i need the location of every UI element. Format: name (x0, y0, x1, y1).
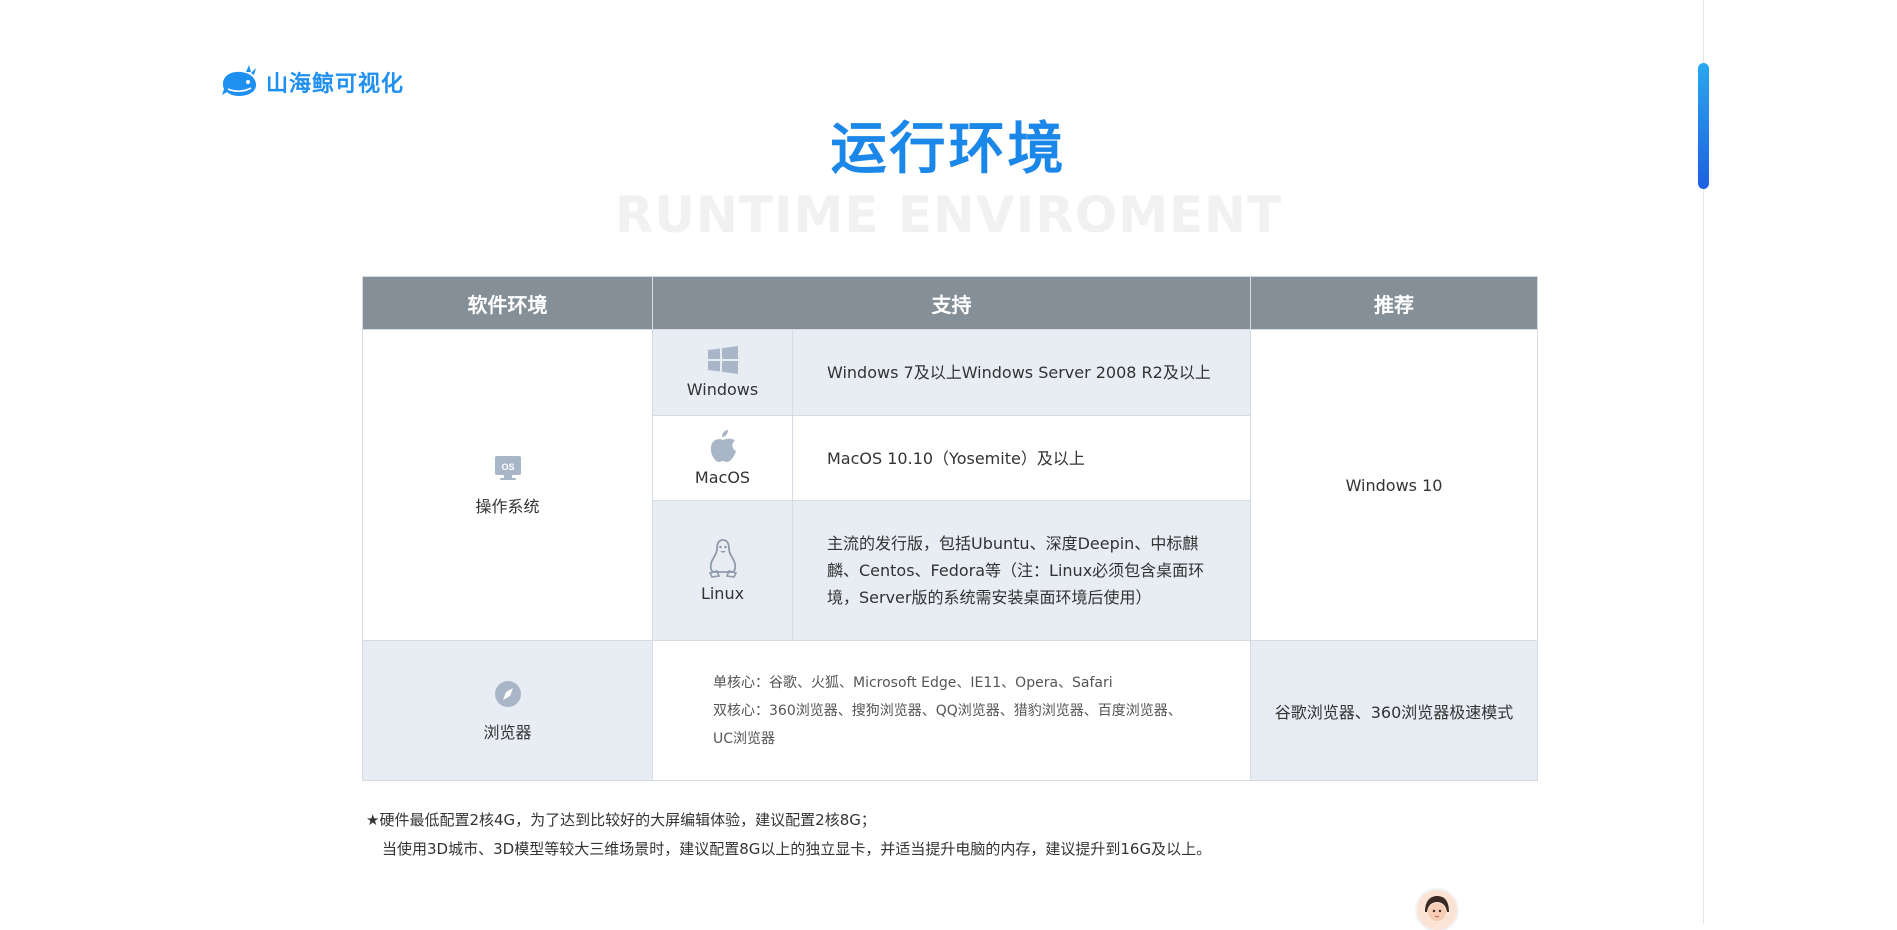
os-category-cell: OS 操作系统 (362, 329, 653, 641)
browser-category-cell: 浏览器 (362, 640, 653, 781)
windows-description: Windows 7及以上Windows Server 2008 R2及以上 (792, 329, 1251, 416)
compass-icon (494, 680, 521, 707)
macos-label: MacOS (694, 467, 751, 487)
brand-name: 山海鲸可视化 (266, 72, 405, 97)
note-line-1: ★硬件最低配置2核4G，为了达到比较好的大屏编辑体验，建议配置2核8G； (366, 811, 876, 829)
slide-page: 山海鲸可视化 运行环境 RUNTIME ENVIROMENT 软件环境 支持 推… (0, 0, 1703, 924)
header-recommend: 推荐 (1250, 276, 1538, 330)
monitor-os-icon: OS (494, 456, 521, 480)
table-row-windows: OS 操作系统 Windows Windows 7及以上Windows Serv… (362, 329, 1538, 641)
note-line-2: 当使用3D城市、3D模型等较大三维场景时，建议配置8G以上的独立显卡，并适当提升… (382, 840, 1212, 858)
browser-category-label: 浏览器 (483, 722, 532, 742)
scrollbar-thumb[interactable] (1698, 63, 1709, 189)
assistant-avatar[interactable] (1417, 890, 1457, 930)
table-row-browser: 浏览器 单核心：谷歌、火狐、Microsoft Edge、IE11、Opera、… (362, 640, 1538, 781)
page-subtitle: RUNTIME ENVIROMENT (614, 186, 1283, 244)
assistant-avatar-icon (1417, 890, 1457, 930)
os-recommend-cell: Windows 10 (1250, 329, 1538, 641)
apple-logo-icon (710, 429, 736, 462)
macos-description: MacOS 10.10（Yosemite）及以上 (792, 415, 1251, 501)
right-side-panel (1703, 0, 1897, 924)
os-category-label: 操作系统 (475, 497, 540, 516)
single-core-browsers: 单核心：谷歌、火狐、Microsoft Edge、IE11、Opera、Safa… (713, 674, 1113, 691)
windows-label: Windows (686, 380, 759, 399)
hardware-notes: ★硬件最低配置2核4G，为了达到比较好的大屏编辑体验，建议配置2核8G； 当使用… (366, 806, 1211, 864)
browser-support-cell: 单核心：谷歌、火狐、Microsoft Edge、IE11、Opera、Safa… (652, 640, 1251, 781)
header-software-env: 软件环境 (362, 276, 653, 330)
table-header-row: 软件环境 支持 推荐 (362, 276, 1538, 330)
dual-core-browsers: 双核心：360浏览器、搜狗浏览器、QQ浏览器、猎豹浏览器、百度浏览器、UC浏览器 (713, 702, 1182, 747)
header-support: 支持 (652, 276, 1251, 330)
linux-penguin-icon (708, 539, 737, 578)
brand-logo[interactable]: 山海鲸可视化 (220, 62, 404, 102)
linux-icon-cell: Linux (652, 500, 793, 641)
windows-logo-icon (707, 346, 738, 374)
runtime-environment-table: 软件环境 支持 推荐 OS 操作系统 Windows Windows 7及以上W… (362, 276, 1538, 781)
linux-description: 主流的发行版，包括Ubuntu、深度Deepin、中标麒麟、Centos、Fed… (792, 500, 1251, 641)
page-title: 运行环境 (830, 117, 1067, 182)
whale-logo-icon (222, 65, 256, 96)
browser-recommend-cell: 谷歌浏览器、360浏览器极速模式 (1250, 640, 1538, 781)
linux-label: Linux (700, 584, 745, 603)
svg-text:OS: OS (501, 462, 514, 472)
windows-icon-cell: Windows (652, 329, 793, 416)
macos-icon-cell: MacOS (652, 415, 793, 501)
